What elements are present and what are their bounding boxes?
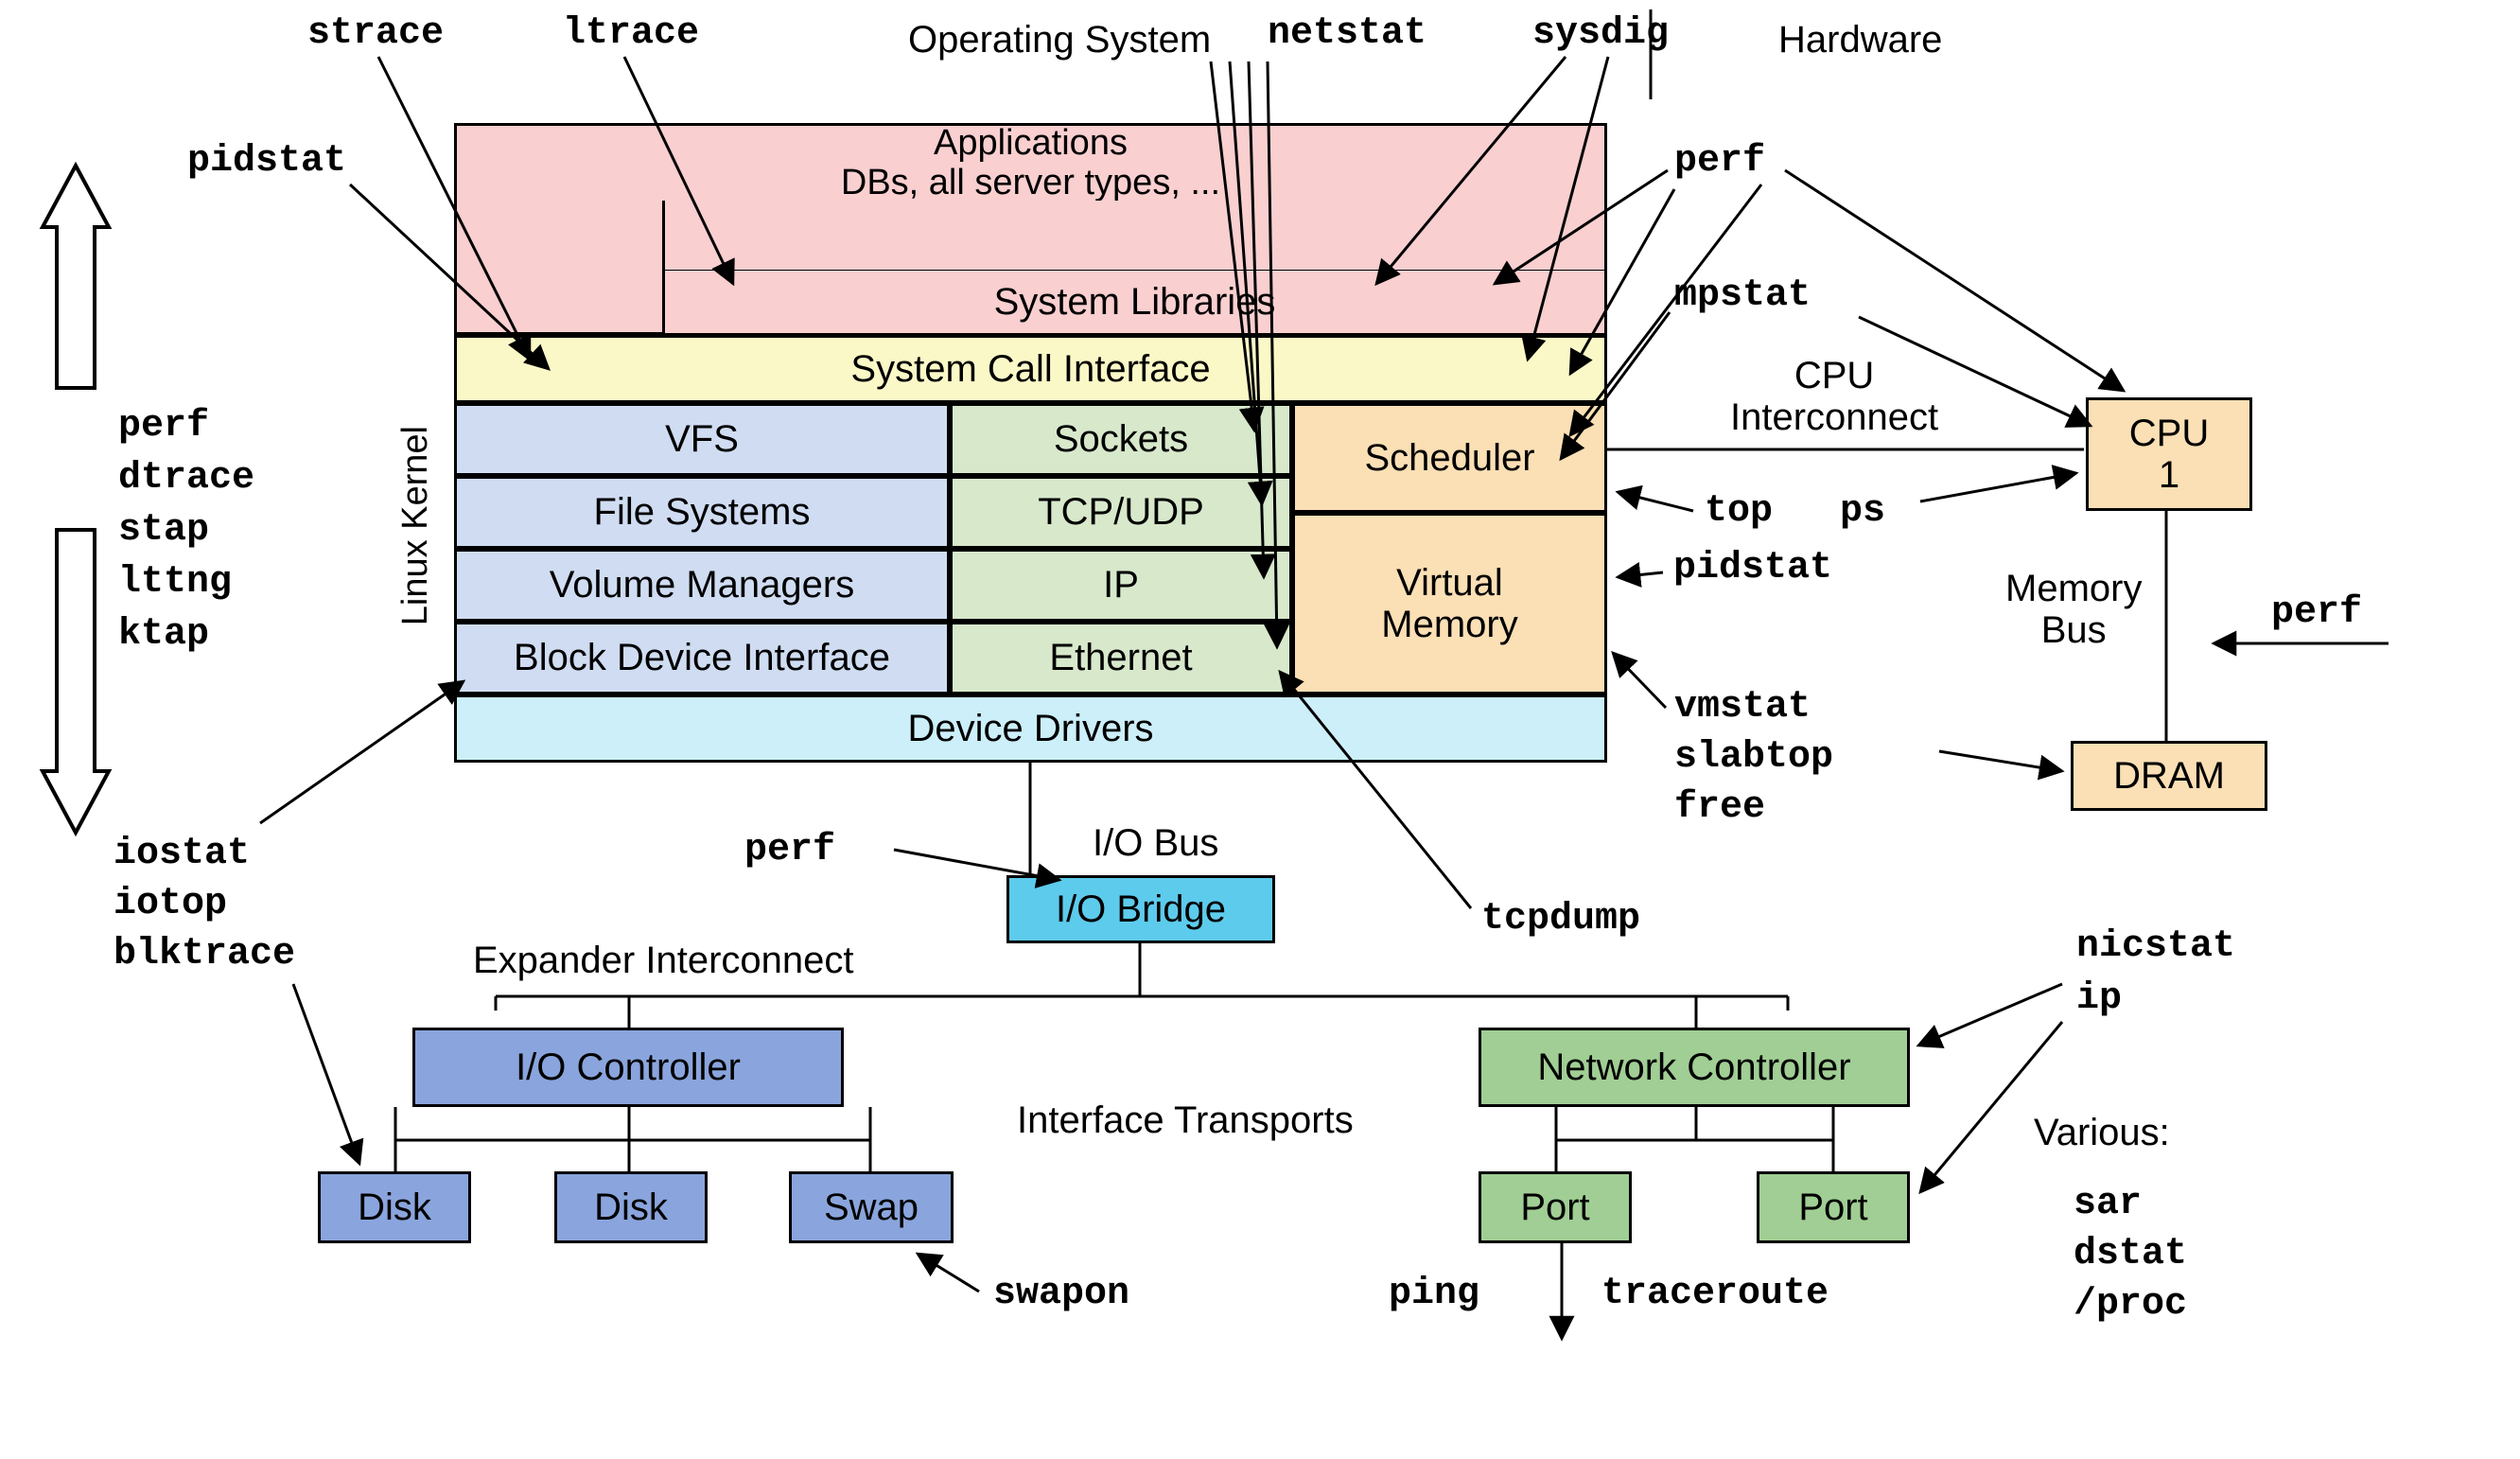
disk-1-box: Disk (318, 1171, 471, 1243)
block-device-interface-box: Block Device Interface (454, 622, 950, 694)
disk-2-box: Disk (554, 1171, 708, 1243)
network-controller-label: Network Controller (1537, 1046, 1850, 1089)
tool-mpstat: mpstat (1674, 274, 1811, 317)
hardware-header: Hardware (1778, 19, 1942, 62)
tool-strace: strace (307, 12, 444, 55)
port-2-label: Port (1798, 1187, 1867, 1229)
virtual-memory-label: Virtual Memory (1381, 562, 1517, 645)
port-1-label: Port (1520, 1187, 1589, 1229)
dbs-label: DBs, all server types, ... (841, 164, 1220, 203)
device-drivers-box: Device Drivers (454, 694, 1607, 763)
cpu1-label: CPU 1 (2129, 413, 2209, 496)
system-call-interface-label: System Call Interface (850, 348, 1210, 391)
cpu-interconnect-label: CPU Interconnect (1730, 355, 1938, 438)
applications-side-box (454, 201, 664, 335)
device-drivers-label: Device Drivers (907, 708, 1153, 750)
file-systems-label: File Systems (594, 491, 811, 534)
tool-lttng-stack: lttng (118, 561, 232, 604)
tool-top: top (1705, 490, 1773, 533)
system-libraries-label: System Libraries (994, 281, 1276, 324)
tool-pidstat-2: pidstat (1673, 547, 1832, 589)
tool-vmstat: vmstat (1674, 686, 1811, 729)
io-bridge-label: I/O Bridge (1056, 888, 1226, 931)
operating-system-header: Operating System (908, 19, 1211, 62)
applications-label: Applications (934, 124, 1128, 164)
network-controller-box: Network Controller (1479, 1028, 1910, 1107)
various-header: Various: (2034, 1112, 2170, 1154)
disk-2-label: Disk (594, 1187, 668, 1229)
port-2-box: Port (1757, 1171, 1910, 1243)
tool-stap-stack: stap (118, 509, 209, 552)
virtual-memory-box: Virtual Memory (1292, 513, 1607, 694)
cpu1-box: CPU 1 (2086, 397, 2252, 511)
system-call-interface-box: System Call Interface (454, 335, 1607, 403)
tcp-udp-label: TCP/UDP (1038, 491, 1204, 534)
tool-iotop: iotop (114, 883, 227, 925)
tool-proc: /proc (2074, 1283, 2187, 1326)
volume-managers-label: Volume Managers (550, 564, 854, 606)
applications-box: Applications DBs, all server types, ... (454, 123, 1607, 201)
tool-swapon: swapon (993, 1273, 1129, 1315)
ethernet-box: Ethernet (950, 622, 1292, 694)
sockets-label: Sockets (1054, 418, 1188, 461)
tool-iostat: iostat (114, 833, 250, 875)
expander-interconnect-label: Expander Interconnect (473, 940, 853, 982)
tool-pidstat: pidstat (187, 140, 346, 183)
tool-nicstat: nicstat (2076, 925, 2235, 968)
tool-perf-io: perf (744, 829, 835, 871)
tool-sar: sar (2074, 1183, 2142, 1225)
volume-managers-box: Volume Managers (454, 549, 950, 622)
down-arrow-icon (43, 530, 109, 833)
tool-ps: ps (1840, 490, 1885, 533)
ethernet-label: Ethernet (1049, 637, 1192, 679)
tool-sysdig: sysdig (1532, 12, 1669, 55)
dram-box: DRAM (2071, 741, 2267, 811)
tool-ltrace: ltrace (563, 12, 699, 55)
sockets-box: Sockets (950, 403, 1292, 476)
file-systems-box: File Systems (454, 476, 950, 549)
dram-label: DRAM (2113, 755, 2225, 798)
io-bus-label: I/O Bus (1093, 822, 1218, 865)
tool-ping: ping (1389, 1273, 1479, 1315)
vfs-label: VFS (665, 418, 739, 461)
disk-1-label: Disk (358, 1187, 431, 1229)
tool-ip: ip (2076, 977, 2122, 1020)
tool-ktap-stack: ktap (118, 613, 209, 656)
scheduler-label: Scheduler (1364, 437, 1534, 480)
applications-strip (662, 201, 1607, 270)
tool-dstat: dstat (2074, 1233, 2187, 1275)
tool-slabtop: slabtop (1674, 736, 1833, 779)
tool-netstat: netstat (1268, 12, 1426, 55)
port-1-box: Port (1479, 1171, 1632, 1243)
io-controller-label: I/O Controller (516, 1046, 741, 1089)
ip-box: IP (950, 549, 1292, 622)
bdi-label: Block Device Interface (514, 637, 890, 679)
tool-free: free (1674, 786, 1765, 829)
scheduler-box: Scheduler (1292, 403, 1607, 513)
memory-bus-label: Memory Bus (2005, 568, 2142, 651)
tool-blktrace: blktrace (114, 933, 295, 976)
interface-transports-label: Interface Transports (1017, 1099, 1354, 1142)
vfs-box: VFS (454, 403, 950, 476)
tool-perf-top: perf (1674, 140, 1765, 183)
io-bridge-box: I/O Bridge (1006, 875, 1275, 943)
tool-tcpdump: tcpdump (1481, 898, 1640, 940)
system-libraries-box: System Libraries (662, 268, 1607, 336)
tool-dtrace-stack: dtrace (118, 457, 254, 500)
linux-kernel-label: Linux Kernel (395, 426, 436, 625)
swap-box: Swap (789, 1171, 954, 1243)
tool-perf-stack: perf (118, 405, 209, 448)
io-controller-box: I/O Controller (412, 1028, 844, 1107)
ip-label: IP (1103, 564, 1139, 606)
swap-label: Swap (824, 1187, 919, 1229)
up-arrow-icon (43, 166, 109, 388)
tool-traceroute: traceroute (1601, 1273, 1829, 1315)
tcp-udp-box: TCP/UDP (950, 476, 1292, 549)
tool-perf-mem: perf (2271, 591, 2362, 634)
